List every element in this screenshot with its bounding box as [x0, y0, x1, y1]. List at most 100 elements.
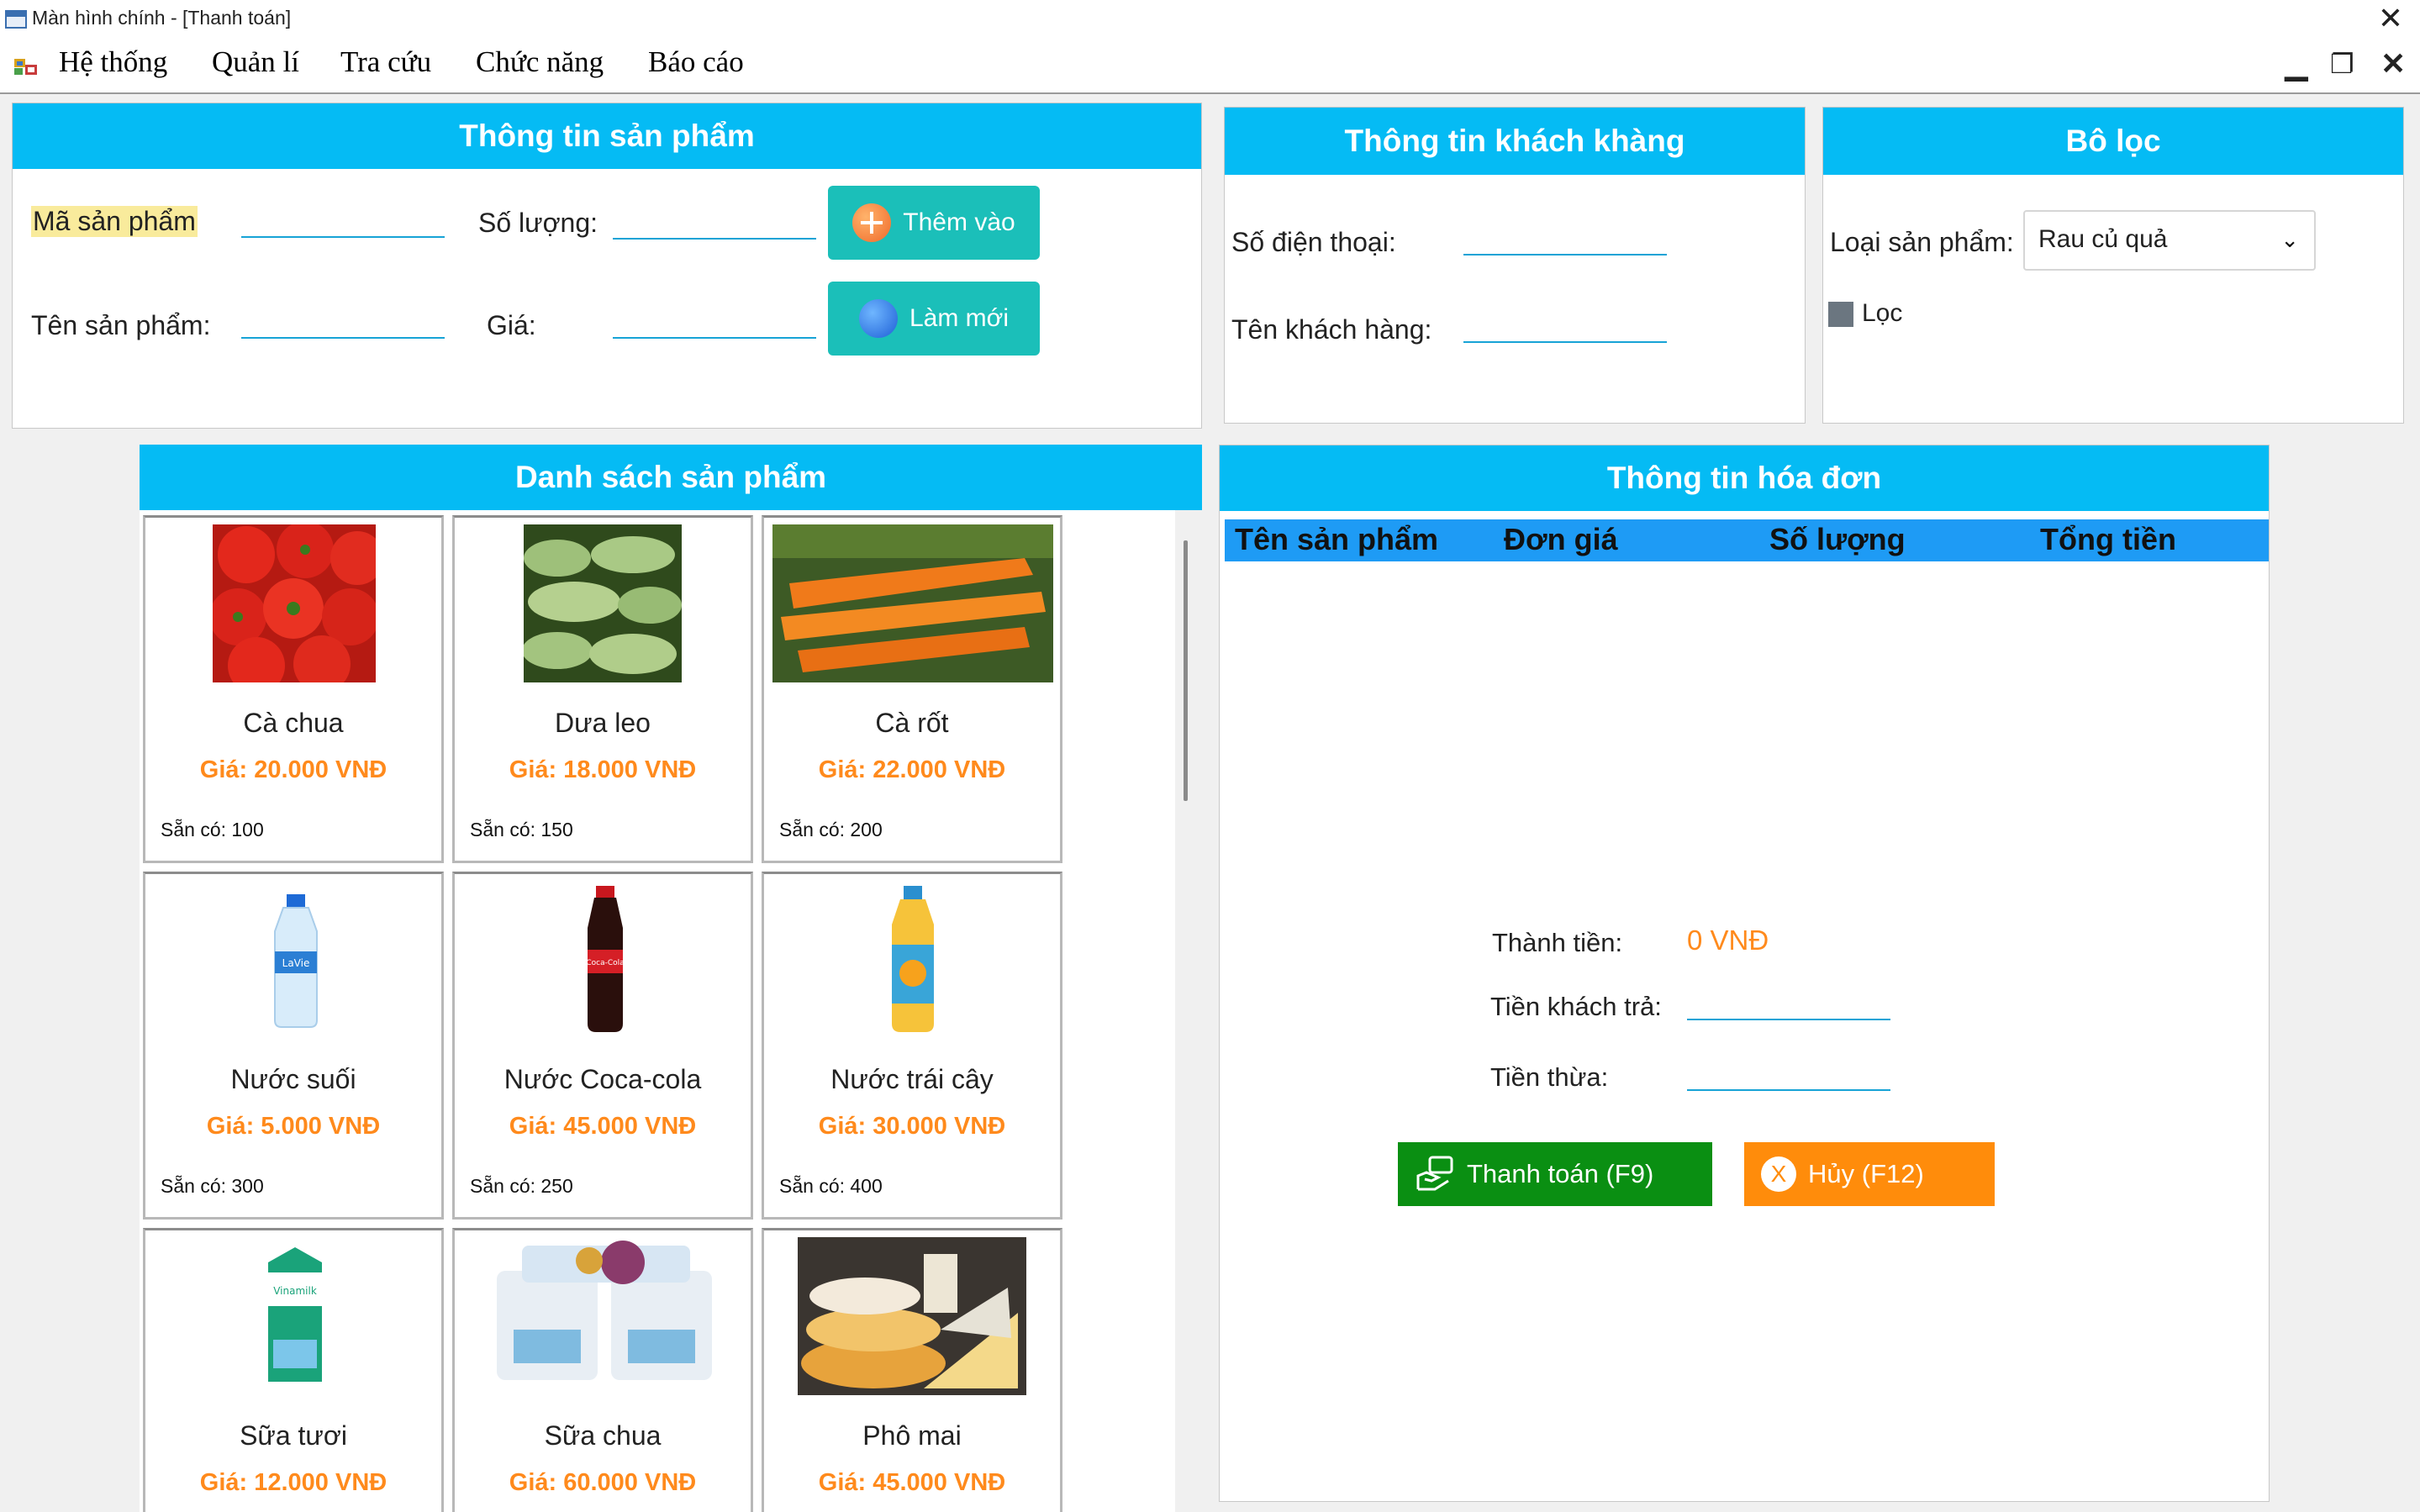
product-card-sua-tuoi[interactable]: Vinamilk Sữa tươi Giá: 12.000 VNĐ: [143, 1228, 444, 1512]
filter-checkbox[interactable]: [1828, 302, 1853, 327]
column-ten-san-pham[interactable]: Tên sản phẩm: [1235, 516, 1438, 563]
plus-icon: [852, 203, 892, 242]
product-name-input[interactable]: [241, 305, 445, 339]
cancel-button[interactable]: X Hủy (F12): [1744, 1142, 1995, 1206]
product-price: Giá: 22.000 VNĐ: [818, 756, 1006, 783]
cheese-image: [798, 1237, 1026, 1395]
product-info-panel: Thông tin sản phẩm Mã sản phẩm Tên sản p…: [12, 103, 1202, 429]
product-price: Giá: 20.000 VNĐ: [199, 756, 388, 783]
category-label: Loại sản phẩm:: [1830, 227, 2014, 257]
phone-input[interactable]: [1463, 222, 1667, 256]
product-list-panel: Danh sách sản phẩm Cà chua Giá: 20.000 V…: [140, 445, 1202, 1512]
juice-bottle-image: [892, 886, 934, 1032]
product-card-ca-chua[interactable]: Cà chua Giá: 20.000 VNĐ Sẵn có: 100: [143, 515, 444, 863]
product-price: Giá: 60.000 VNĐ: [509, 1469, 697, 1496]
filter-panel: Bô lọc Loại sản phẩm: Rau củ quả ⌄ Lọc: [1822, 107, 2404, 424]
product-grid: Cà chua Giá: 20.000 VNĐ Sẵn có: 100 Dưa …: [140, 510, 1175, 1512]
category-selected-value: Rau củ quả: [2038, 225, 2168, 253]
product-name: Sữa chua: [544, 1420, 662, 1451]
mdi-close-icon[interactable]: ✕: [2380, 45, 2406, 82]
change-label: Tiền thừa:: [1490, 1062, 1609, 1092]
product-card-sua-chua[interactable]: Sữa chua Giá: 60.000 VNĐ: [452, 1228, 753, 1512]
price-input[interactable]: [613, 305, 816, 339]
window-title: Màn hình chính - [Thanh toán]: [32, 7, 292, 29]
change-input[interactable]: [1687, 1057, 1890, 1091]
customer-name-label: Tên khách hàng:: [1231, 314, 1432, 345]
filter-header: Bô lọc: [1823, 108, 2403, 175]
carrot-image: [772, 524, 1053, 682]
invoice-panel: Thông tin hóa đơn Tên sản phẩm Đơn giá S…: [1219, 445, 2270, 1502]
add-button[interactable]: Thêm vào: [828, 186, 1040, 260]
product-stock: Sẵn có: 150: [470, 819, 573, 840]
window-close-icon[interactable]: ✕: [2378, 2, 2403, 35]
mdi-minimize-icon[interactable]: ▁: [2285, 45, 2308, 82]
svg-text:Vinamilk: Vinamilk: [273, 1285, 317, 1297]
refresh-button[interactable]: Làm mới: [828, 282, 1040, 356]
invoice-table-header: Tên sản phẩm Đơn giá Số lượng Tổng tiền: [1225, 519, 2269, 561]
refresh-icon: [858, 299, 898, 338]
chevron-down-icon: ⌄: [2280, 227, 2299, 252]
product-name-label: Tên sản phẩm:: [31, 310, 211, 340]
svg-text:LaVie: LaVie: [282, 957, 310, 969]
product-name: Phô mai: [862, 1420, 962, 1451]
product-name: Nước Coca-cola: [504, 1064, 702, 1094]
column-tong-tien[interactable]: Tổng tiền: [2040, 516, 2176, 563]
product-name: Nước trái cây: [830, 1064, 994, 1094]
tomato-image: [213, 524, 376, 682]
product-stock: Sẵn có: 400: [779, 1175, 883, 1197]
refresh-button-label: Làm mới: [909, 304, 1010, 332]
payment-hand-icon: [1416, 1156, 1453, 1191]
product-list-scroll-thumb[interactable]: [1184, 540, 1188, 801]
menu-quan-li[interactable]: Quản lí: [212, 45, 299, 79]
product-card-nuoc-suoi[interactable]: LaVie Nước suối Giá: 5.000 VNĐ Sẵn có: 3…: [143, 872, 444, 1220]
column-don-gia[interactable]: Đơn giá: [1504, 516, 1618, 563]
svg-text:Coca-Cola: Coca-Cola: [586, 959, 624, 967]
phone-label: Số điện thoại:: [1231, 227, 1396, 257]
product-code-label: Mã sản phẩm: [31, 206, 198, 237]
coca-cola-bottle-image: Coca-Cola: [586, 886, 625, 1032]
cancel-button-label: Hủy (F12): [1808, 1159, 1924, 1188]
product-card-coca-cola[interactable]: Coca-Cola Nước Coca-cola Giá: 45.000 VNĐ…: [452, 872, 753, 1220]
pay-button[interactable]: Thanh toán (F9): [1398, 1142, 1712, 1206]
total-label: Thành tiền:: [1492, 928, 1623, 957]
menu-chuc-nang[interactable]: Chức năng: [476, 45, 604, 79]
category-select[interactable]: Rau củ quả ⌄: [2023, 210, 2316, 271]
paid-input[interactable]: [1687, 987, 1890, 1020]
product-stock: Sẵn có: 100: [161, 819, 264, 840]
customer-info-panel: Thông tin khách khàng Số điện thoại: Tên…: [1224, 107, 1806, 424]
product-price: Giá: 12.000 VNĐ: [199, 1469, 388, 1496]
product-name: Sữa tươi: [240, 1420, 347, 1451]
mdi-form-icon[interactable]: [13, 54, 39, 77]
total-value: 0 VNĐ: [1687, 925, 1769, 956]
menu-bao-cao[interactable]: Báo cáo: [648, 45, 744, 79]
product-name: Cà chua: [243, 708, 344, 738]
filter-checkbox-label: Lọc: [1862, 299, 1903, 327]
product-list-scrollbar[interactable]: [1175, 510, 1202, 1512]
product-card-dua-leo[interactable]: Dưa leo Giá: 18.000 VNĐ Sẵn có: 150: [452, 515, 753, 863]
cucumber-image: [524, 524, 682, 682]
title-bar: Màn hình chính - [Thanh toán] ✕: [0, 0, 2420, 39]
invoice-table-body[interactable]: [1225, 561, 2269, 856]
product-card-nuoc-trai-cay[interactable]: Nước trái cây Giá: 30.000 VNĐ Sẵn có: 40…: [762, 872, 1062, 1220]
column-so-luong[interactable]: Số lượng: [1769, 516, 1906, 563]
product-name: Dưa leo: [555, 708, 651, 738]
product-card-ca-rot[interactable]: Cà rốt Giá: 22.000 VNĐ Sẵn có: 200: [762, 515, 1062, 863]
customer-name-input[interactable]: [1463, 309, 1667, 343]
mdi-restore-icon[interactable]: ❐: [2330, 45, 2354, 82]
product-price: Giá: 45.000 VNĐ: [818, 1469, 1006, 1496]
cancel-x-icon: X: [1761, 1156, 1796, 1192]
product-price: Giá: 18.000 VNĐ: [509, 756, 697, 783]
product-card-pho-mai[interactable]: Phô mai Giá: 45.000 VNĐ: [762, 1228, 1062, 1512]
quantity-input[interactable]: [613, 206, 816, 240]
yogurt-image: [497, 1241, 712, 1380]
product-price: Giá: 30.000 VNĐ: [818, 1113, 1006, 1140]
add-button-label: Thêm vào: [903, 208, 1015, 236]
menu-he-thong[interactable]: Hệ thống: [59, 45, 167, 79]
product-price: Giá: 45.000 VNĐ: [509, 1113, 697, 1140]
product-code-input[interactable]: [241, 204, 445, 238]
water-bottle-image: LaVie: [274, 894, 318, 1028]
product-info-header: Thông tin sản phẩm: [13, 103, 1201, 169]
menu-bar: Hệ thống Quản lí Tra cứu Chức năng Báo c…: [0, 39, 2420, 94]
product-price: Giá: 5.000 VNĐ: [206, 1113, 381, 1140]
menu-tra-cuu[interactable]: Tra cứu: [340, 45, 431, 79]
